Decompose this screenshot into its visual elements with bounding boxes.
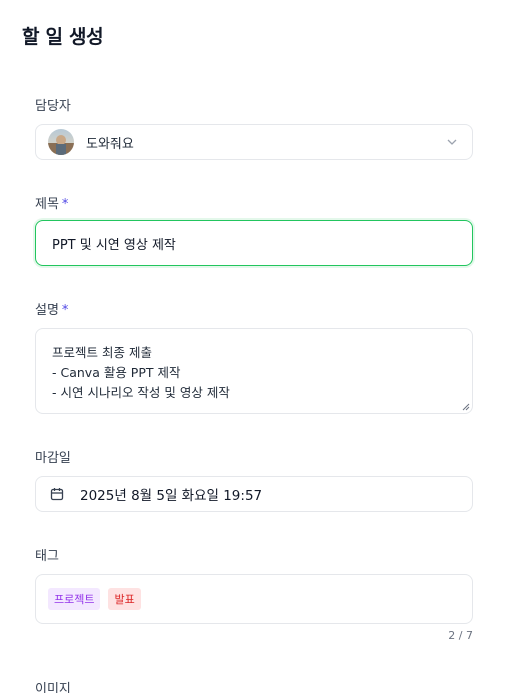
description-line: - 시연 시나리오 작성 및 영상 제작 <box>52 385 230 400</box>
tag-count: 2 / 7 <box>448 629 473 642</box>
title-label: 제목 * <box>35 193 68 212</box>
assignee-value: 도와줘요 <box>86 136 134 152</box>
required-mark: * <box>61 303 69 318</box>
tags-field[interactable]: 프로젝트 발표 <box>35 574 473 624</box>
due-date-label: 마감일 <box>35 451 71 466</box>
calendar-icon <box>50 488 64 501</box>
assignee-label: 담당자 <box>35 99 71 114</box>
tag-chip[interactable]: 프로젝트 <box>48 588 101 610</box>
description-label-text: 설명 <box>35 303 59 318</box>
avatar <box>48 129 74 155</box>
due-date-value: 2025년 8월 5일 화요일 19:57 <box>80 488 263 504</box>
due-date-picker[interactable]: 2025년 8월 5일 화요일 19:57 <box>35 476 473 512</box>
description-textarea[interactable]: 프로젝트 최종 제출 - Canva 활용 PPT 제작 - 시연 시나리오 작… <box>35 328 473 414</box>
assignee-select[interactable]: 도와줘요 <box>35 124 473 160</box>
resize-handle-icon[interactable] <box>462 403 470 411</box>
description-label: 설명 * <box>35 299 68 318</box>
tag-chip[interactable]: 발표 <box>108 588 141 610</box>
required-mark: * <box>61 197 69 212</box>
title-input[interactable] <box>52 235 472 251</box>
title-field[interactable] <box>35 220 473 266</box>
title-label-text: 제목 <box>35 197 59 212</box>
description-line: 프로젝트 최종 제출 <box>52 345 152 360</box>
description-line: - Canva 활용 PPT 제작 <box>52 365 181 380</box>
page-title: 할 일 생성 <box>22 26 104 48</box>
chevron-down-icon <box>447 139 457 145</box>
image-label: 이미지 <box>35 682 71 693</box>
tags-label: 태그 <box>35 549 59 564</box>
create-todo-panel: 할 일 생성 담당자 도와줘요 제목 * PPT 및 시연 영상 제작 설명 *… <box>0 0 506 693</box>
